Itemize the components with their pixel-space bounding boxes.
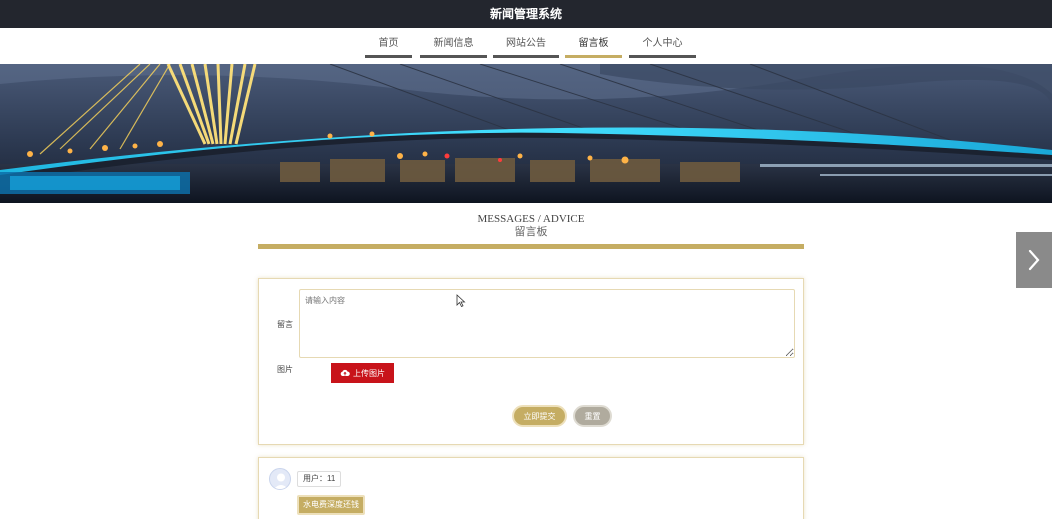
nav-item-label: 新闻信息: [433, 38, 474, 49]
submit-button[interactable]: 立即提交: [512, 405, 567, 427]
nav-item-label: 首页: [378, 38, 399, 49]
message-textarea[interactable]: [299, 289, 795, 358]
upload-button-label: 上传图片: [353, 368, 385, 378]
mouse-cursor-icon: [456, 294, 466, 307]
nav-item-home[interactable]: 首页: [365, 38, 412, 58]
nav-underline: [493, 55, 559, 58]
user-avatar-icon: [273, 473, 289, 489]
nav-item-label: 留言板: [578, 38, 609, 49]
nav-underline-active: [565, 55, 622, 58]
bridge-night-photo: [0, 64, 1052, 203]
avatar: [269, 468, 291, 490]
nav-item-label: 网站公告: [506, 38, 546, 49]
section-title-zh: 留言板: [514, 226, 548, 238]
main-nav: 首页 新闻信息 网站公告 留言板 个人中心: [0, 28, 1052, 64]
chevron-right-icon: [1028, 249, 1040, 271]
message-label: 留言: [277, 320, 293, 329]
nav-item-label: 个人中心: [642, 38, 683, 49]
hero-banner-image: [0, 64, 1052, 203]
section-header: MESSAGES / ADVICE 留言板: [258, 213, 804, 239]
nav-item-announcements[interactable]: 网站公告: [493, 38, 559, 58]
nav-underline: [420, 55, 487, 58]
nav-underline: [629, 55, 696, 58]
section-divider: [258, 244, 804, 249]
message-user: 用户：11: [297, 471, 342, 487]
message-list-item: 用户：11 水电费深度还钱: [258, 457, 804, 519]
next-page-button[interactable]: [1016, 232, 1052, 288]
message-content: 水电费深度还钱: [297, 495, 365, 515]
cloud-upload-icon: [340, 369, 350, 376]
nav-underline: [365, 55, 412, 58]
upload-image-button[interactable]: 上传图片: [331, 363, 394, 383]
nav-item-message-board[interactable]: 留言板: [565, 38, 622, 58]
nav-item-news[interactable]: 新闻信息: [420, 38, 487, 58]
message-form-card: 留言 图片 上传图片 立即提交 重置: [258, 278, 804, 445]
nav-item-profile[interactable]: 个人中心: [629, 38, 696, 58]
app-title: 新闻管理系统: [489, 7, 562, 21]
image-label: 图片: [277, 365, 293, 374]
section-title-en: MESSAGES / ADVICE: [477, 213, 585, 225]
app-title-bar: 新闻管理系统: [0, 0, 1052, 28]
reset-button[interactable]: 重置: [573, 405, 612, 427]
